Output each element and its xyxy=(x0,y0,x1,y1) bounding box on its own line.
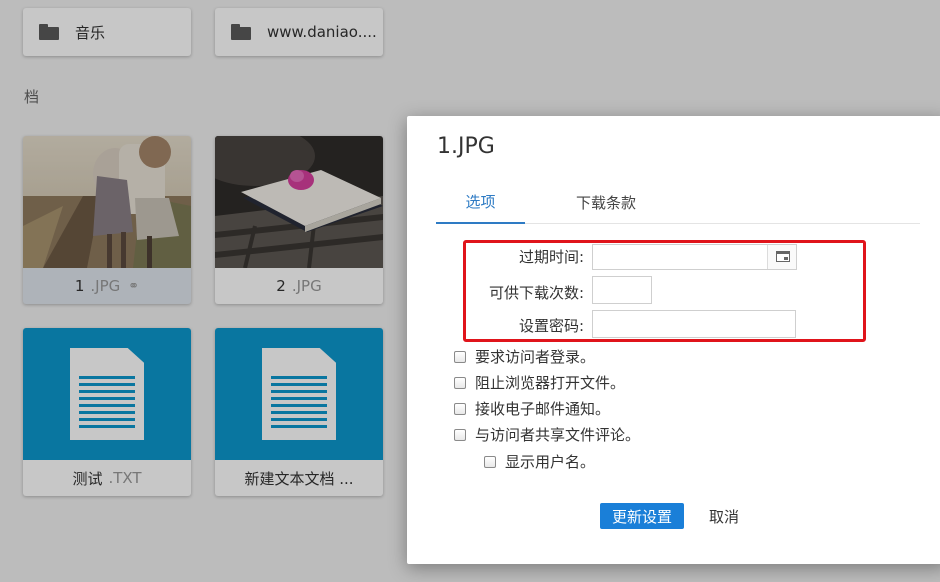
email-notify-checkbox[interactable] xyxy=(454,402,466,415)
checkbox-label: 显示用户名。 xyxy=(505,453,596,471)
password-input[interactable] xyxy=(592,310,796,338)
password-label: 设置密码: xyxy=(518,317,584,335)
expiry-label: 过期时间: xyxy=(518,248,584,266)
checkbox-label: 与访问者共享文件评论。 xyxy=(475,426,641,444)
download-count-label: 可供下载次数: xyxy=(488,284,584,302)
dialog-tabs: 选项 下载条款 xyxy=(436,180,920,224)
require-login-checkbox[interactable] xyxy=(454,350,466,363)
update-settings-button[interactable]: 更新设置 xyxy=(600,503,684,529)
dialog-title: 1.JPG xyxy=(437,134,495,159)
block-browser-open-option: 阻止浏览器打开文件。 xyxy=(454,372,625,393)
calendar-icon xyxy=(776,251,790,262)
share-comments-option: 与访问者共享文件评论。 xyxy=(454,424,640,445)
tab-options[interactable]: 选项 xyxy=(436,180,525,224)
cancel-button[interactable]: 取消 xyxy=(705,503,743,529)
checkbox-label: 要求访问者登录。 xyxy=(475,348,596,366)
checkbox-label: 阻止浏览器打开文件。 xyxy=(475,374,626,392)
calendar-button[interactable] xyxy=(767,245,796,269)
block-browser-open-checkbox[interactable] xyxy=(454,376,466,389)
require-login-option: 要求访问者登录。 xyxy=(454,346,595,367)
share-settings-dialog: 1.JPG 选项 下载条款 过期时间: 可供下载次数: 设置密码: 要求访问者登… xyxy=(407,116,940,564)
tab-download-terms[interactable]: 下载条款 xyxy=(556,180,656,224)
share-comments-checkbox[interactable] xyxy=(454,428,466,441)
show-username-checkbox[interactable] xyxy=(484,455,496,468)
email-notify-option: 接收电子邮件通知。 xyxy=(454,398,610,419)
checkbox-label: 接收电子邮件通知。 xyxy=(475,400,611,418)
download-count-input[interactable] xyxy=(592,276,652,304)
show-username-option: 显示用户名。 xyxy=(484,451,595,472)
